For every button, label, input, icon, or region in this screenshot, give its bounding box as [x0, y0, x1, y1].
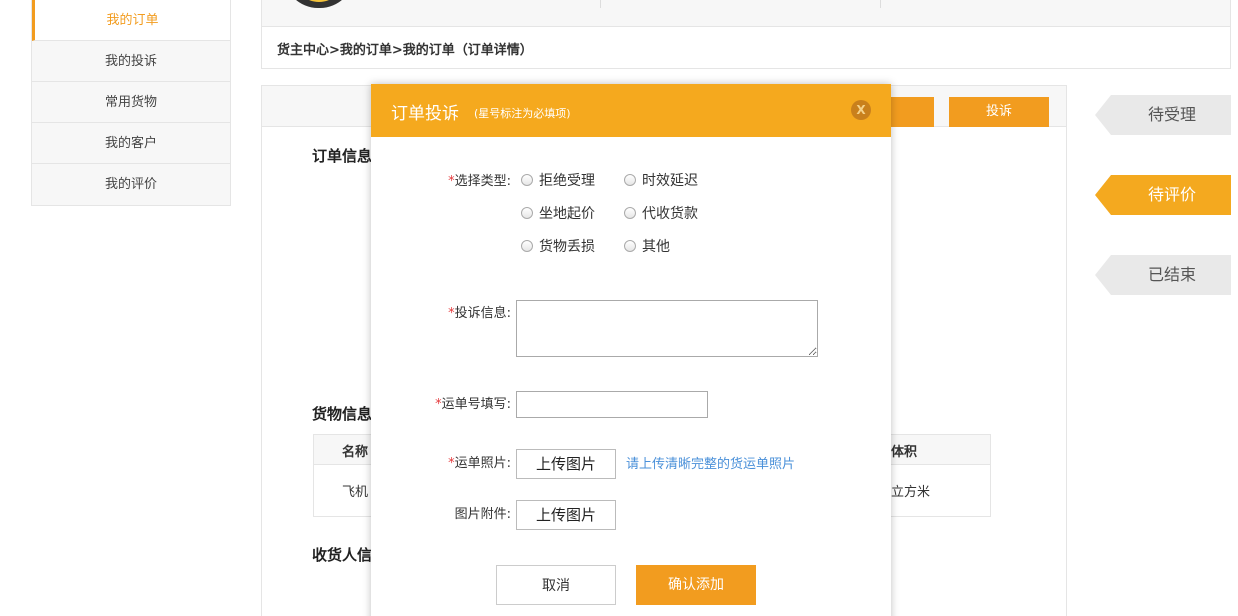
upload-attachment-button[interactable]: 上传图片: [516, 500, 616, 530]
cancel-button[interactable]: 取消: [496, 565, 616, 605]
goods-cell-volume: 立方米: [891, 485, 931, 500]
radio-icon[interactable]: [624, 207, 636, 219]
radio-icon[interactable]: [521, 240, 533, 252]
status-tab-to-review[interactable]: 待评价: [1095, 175, 1231, 215]
modal-header: 订单投诉 (星号标注为必填项) X: [371, 84, 891, 137]
type-radio-price-hike[interactable]: 坐地起价: [521, 203, 595, 223]
radio-icon[interactable]: [624, 174, 636, 186]
waybill-input[interactable]: [516, 391, 708, 418]
goods-header-volume: 体积: [891, 445, 918, 460]
status-tab-pending[interactable]: 待受理: [1095, 95, 1231, 135]
goods-cell-name: 飞机: [342, 485, 369, 500]
attachment-label: 图片附件:: [454, 507, 511, 522]
radio-icon[interactable]: [521, 174, 533, 186]
strip-divider: [600, 0, 601, 8]
info-label: *投诉信息:: [448, 306, 511, 321]
sidebar-item-my-customers[interactable]: 我的客户: [32, 123, 230, 164]
sidebar-item-common-goods[interactable]: 常用货物: [32, 82, 230, 123]
photo-hint-link[interactable]: 请上传清晰完整的货运单照片: [626, 453, 795, 472]
type-radio-other[interactable]: 其他: [624, 236, 670, 256]
type-radio-refuse[interactable]: 拒绝受理: [521, 170, 595, 190]
photo-label: *运单照片:: [448, 456, 511, 471]
avatar: [284, 0, 354, 8]
complaint-modal: 订单投诉 (星号标注为必填项) X *选择类型: 拒绝受理 时效延迟 坐地起价 …: [371, 84, 891, 616]
sidebar: 我的订单 我的投诉 常用货物 我的客户 我的评价: [31, 0, 231, 206]
page: 我的订单 我的投诉 常用货物 我的客户 我的评价 货主中心>我的订单>我的订单（…: [0, 0, 1238, 616]
status-tab-closed[interactable]: 已结束: [1095, 255, 1231, 295]
complaint-info-textarea[interactable]: [516, 300, 818, 357]
complain-button[interactable]: 投诉: [949, 97, 1049, 127]
radio-icon[interactable]: [521, 207, 533, 219]
goods-header-name: 名称: [342, 445, 369, 460]
breadcrumb: 货主中心>我的订单>我的订单（订单详情）: [277, 43, 533, 58]
sidebar-item-my-complaints[interactable]: 我的投诉: [32, 41, 230, 82]
goods-info-title: 货物信息: [312, 405, 373, 423]
type-label: *选择类型:: [448, 174, 511, 189]
type-radio-goods-lost[interactable]: 货物丢损: [521, 236, 595, 256]
modal-subtitle: (星号标注为必填项): [474, 107, 571, 120]
modal-title: 订单投诉: [391, 104, 459, 124]
waybill-label: *运单号填写:: [435, 397, 511, 412]
profile-strip: [261, 0, 1231, 27]
close-icon[interactable]: X: [851, 100, 871, 120]
type-radio-delay[interactable]: 时效延迟: [624, 170, 698, 190]
confirm-add-button[interactable]: 确认添加: [636, 565, 756, 605]
upload-photo-button[interactable]: 上传图片: [516, 449, 616, 479]
breadcrumb-box: 货主中心>我的订单>我的订单（订单详情）: [261, 27, 1231, 69]
order-info-title: 订单信息: [312, 147, 373, 165]
strip-divider: [880, 0, 881, 8]
radio-icon[interactable]: [624, 240, 636, 252]
sidebar-item-my-reviews[interactable]: 我的评价: [32, 164, 230, 205]
receiver-info-title: 收货人信: [312, 546, 373, 564]
sidebar-item-my-orders[interactable]: 我的订单: [32, 0, 230, 41]
type-radio-cod[interactable]: 代收货款: [624, 203, 698, 223]
